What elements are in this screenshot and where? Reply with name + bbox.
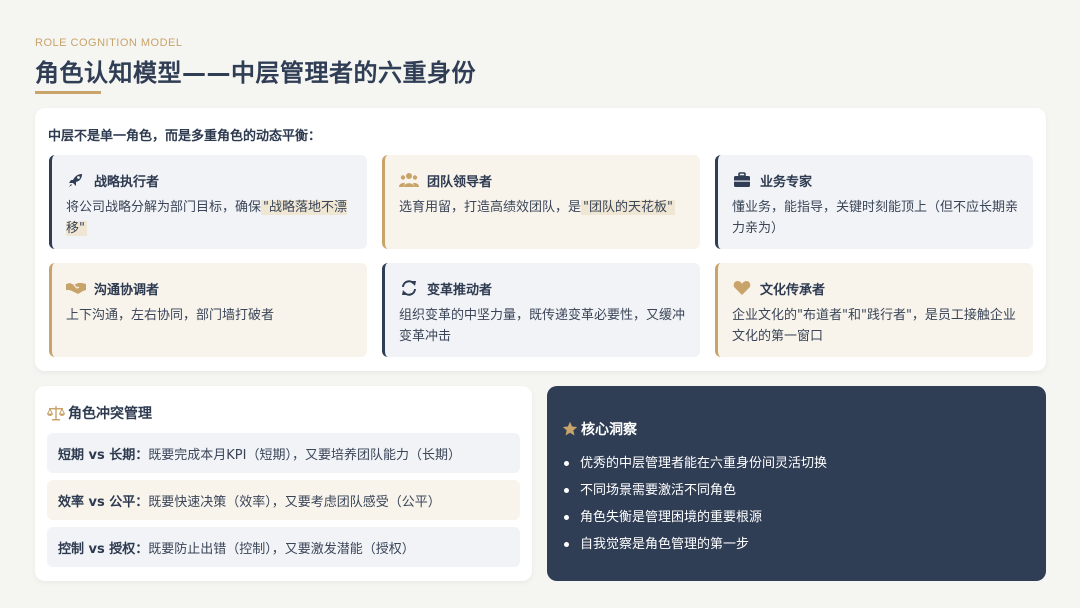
conflict-text: 既要完成本月KPI（短期），又要培养团队能力（长期）: [148, 447, 461, 463]
insight-text: 角色失衡是管理困境的重要根源: [580, 510, 763, 525]
roles-panel: 中层不是单一角色，而是多重角色的动态平衡： 战略执行者 将公司战略分解为部门目标…: [35, 108, 1046, 371]
bullet-icon: [564, 542, 569, 547]
role-name: 业务专家: [760, 174, 813, 190]
title-underline: [35, 91, 101, 94]
role-card-strategy-executor: 战略执行者 将公司战略分解为部门目标，确保 "战略落地不漂移": [49, 155, 367, 249]
role-name: 文化传承者: [760, 282, 826, 298]
roles-intro: 中层不是单一角色，而是多重角色的动态平衡：: [48, 129, 322, 144]
insight-text: 优秀的中层管理者能在六重身份间灵活切换: [580, 456, 828, 471]
conflict-row: 效率 vs 公平： 既要快速决策（效率），又要考虑团队感受（公平）: [47, 480, 520, 520]
insight-heading: 核心洞察: [562, 419, 637, 439]
bullet-icon: [564, 461, 569, 466]
conflict-text: 既要快速决策（效率），又要考虑团队感受（公平）: [148, 494, 441, 510]
briefcase-icon: [732, 171, 752, 189]
role-name: 团队领导者: [427, 174, 493, 190]
insight-item: 角色失衡是管理困境的重要根源: [564, 504, 827, 531]
role-desc-highlight: "团队的天花板": [581, 200, 675, 215]
role-desc: 上下沟通，左右协同，部门墙打破者: [66, 308, 275, 323]
insight-list: 优秀的中层管理者能在六重身份间灵活切换 不同场景需要激活不同角色 角色失衡是管理…: [564, 450, 827, 558]
role-desc: 组织变革的中坚力量，既传递变革必要性，又缓冲变革冲击: [399, 308, 686, 344]
insight-text: 自我觉察是角色管理的第一步: [580, 537, 750, 552]
refresh-icon: [399, 279, 419, 297]
heart-icon: [732, 279, 752, 297]
role-name: 沟通协调者: [94, 282, 160, 298]
balance-scale-icon: [47, 405, 65, 421]
role-desc-text: 选育用留，打造高绩效团队，是: [399, 200, 582, 215]
role-desc: 懂业务，能指导，关键时刻能顶上（但不应长期亲力亲为）: [732, 200, 1019, 236]
rocket-icon: [66, 171, 86, 189]
role-desc: 选育用留，打造高绩效团队，是 "团队的天花板": [399, 197, 686, 218]
conflict-panel: 角色冲突管理 短期 vs 长期： 既要完成本月KPI（短期），又要培养团队能力（长…: [35, 386, 532, 581]
conflict-heading: 角色冲突管理: [47, 403, 152, 423]
insight-item: 优秀的中层管理者能在六重身份间灵活切换: [564, 450, 827, 477]
role-card-change-driver: 变革推动者 组织变革的中坚力量，既传递变革必要性，又缓冲变革冲击: [382, 263, 700, 357]
role-name: 战略执行者: [94, 174, 160, 190]
conflict-title: 角色冲突管理: [68, 406, 152, 422]
conflict-label: 控制 vs 授权：: [58, 541, 149, 557]
role-card-culture-bearer: 文化传承者 企业文化的"布道者"和"践行者"，是员工接触企业文化的第一窗口: [715, 263, 1033, 357]
conflict-label: 效率 vs 公平：: [58, 494, 149, 510]
bullet-icon: [564, 515, 569, 520]
conflict-label: 短期 vs 长期：: [58, 447, 149, 463]
insight-panel: 核心洞察 优秀的中层管理者能在六重身份间灵活切换 不同场景需要激活不同角色 角色…: [547, 386, 1046, 581]
conflict-text: 既要防止出错（控制），又要激发潜能（授权）: [148, 541, 415, 557]
role-desc-text: 将公司战略分解为部门目标，确保: [66, 200, 262, 215]
role-card-communicator: 沟通协调者 上下沟通，左右协同，部门墙打破者: [49, 263, 367, 357]
role-name: 变革推动者: [427, 282, 493, 298]
role-card-team-leader: 团队领导者 选育用留，打造高绩效团队，是 "团队的天花板": [382, 155, 700, 249]
eyebrow-label: ROLE COGNITION MODEL: [35, 37, 183, 49]
insight-title: 核心洞察: [581, 422, 637, 438]
handshake-icon: [66, 279, 86, 297]
conflict-row: 短期 vs 长期： 既要完成本月KPI（短期），又要培养团队能力（长期）: [47, 433, 520, 473]
insight-item: 自我觉察是角色管理的第一步: [564, 531, 827, 558]
insight-text: 不同场景需要激活不同角色: [580, 483, 737, 498]
role-desc: 将公司战略分解为部门目标，确保 "战略落地不漂移": [66, 197, 353, 239]
insight-item: 不同场景需要激活不同角色: [564, 477, 827, 504]
role-desc: 企业文化的"布道者"和"践行者"，是员工接触企业文化的第一窗口: [732, 308, 1016, 344]
star-icon: [562, 421, 578, 437]
conflict-row: 控制 vs 授权： 既要防止出错（控制），又要激发潜能（授权）: [47, 527, 520, 567]
team-icon: [399, 171, 419, 189]
page-title: 角色认知模型——中层管理者的六重身份: [35, 59, 476, 87]
bullet-icon: [564, 488, 569, 493]
role-card-business-expert: 业务专家 懂业务，能指导，关键时刻能顶上（但不应长期亲力亲为）: [715, 155, 1033, 249]
